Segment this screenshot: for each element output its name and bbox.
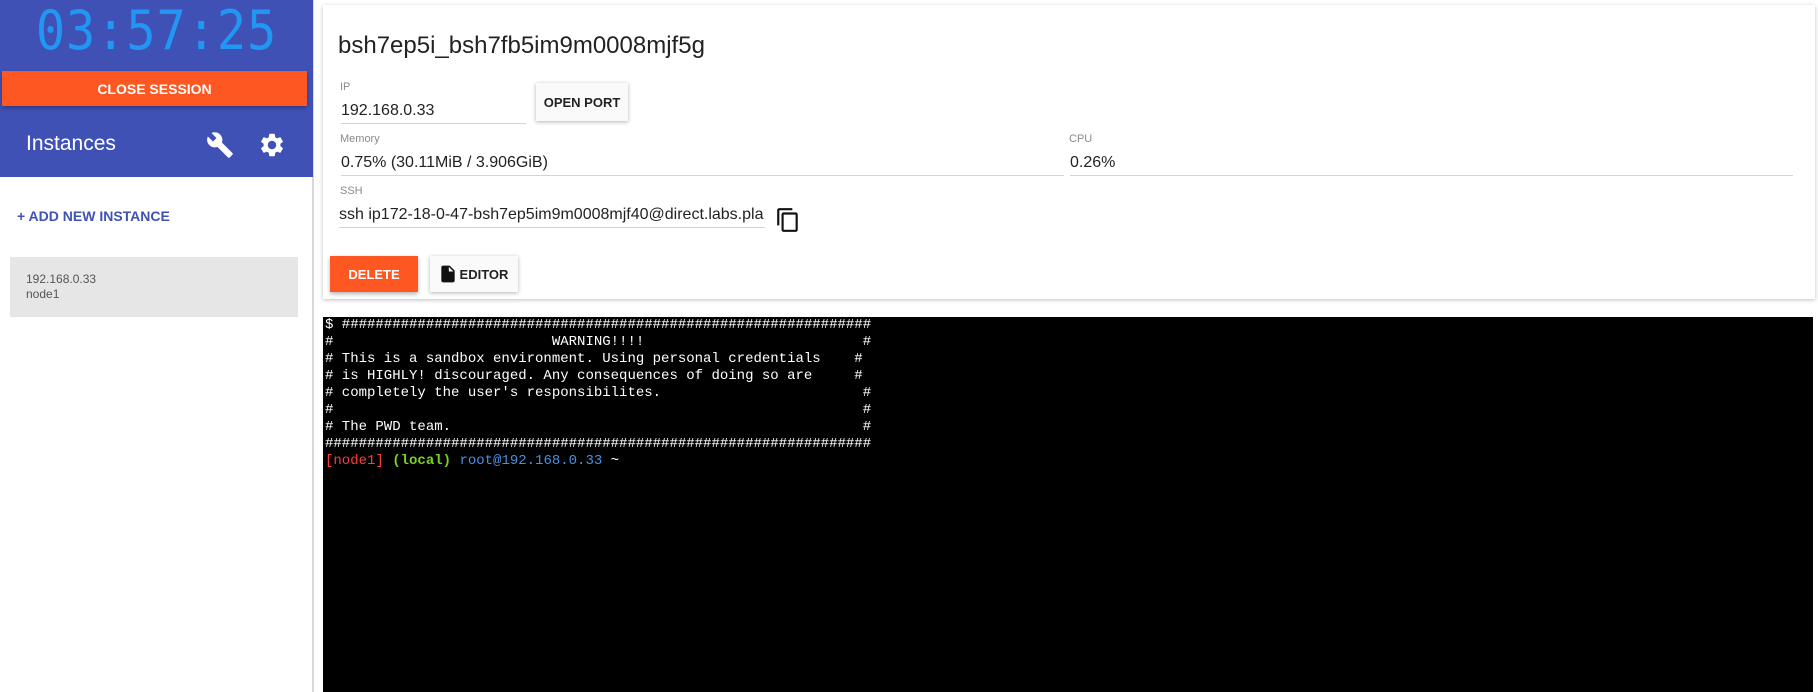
- terminal-line: # #: [325, 402, 872, 418]
- memory-label: Memory: [340, 133, 380, 145]
- session-title: bsh7ep5i_bsh7fb5im9m0008mjf5g: [338, 32, 705, 59]
- copy-icon[interactable]: [775, 207, 801, 233]
- editor-button[interactable]: EDITOR: [430, 256, 518, 292]
- close-session-button[interactable]: CLOSE SESSION: [2, 71, 307, 106]
- instances-title: Instances: [26, 132, 116, 155]
- ip-label: IP: [340, 81, 351, 93]
- cpu-field: 0.26%: [1070, 154, 1793, 176]
- terminal-line: # The PWD team. #: [325, 419, 872, 435]
- instance-name: node1: [26, 287, 60, 301]
- cpu-label: CPU: [1069, 133, 1093, 145]
- ssh-label: SSH: [340, 185, 363, 197]
- sidebar: 03:57:25 CLOSE SESSION Instances + ADD N…: [0, 0, 314, 692]
- terminal-prompt: [node1] (local) root@192.168.0.33 ~: [325, 453, 1811, 470]
- prompt-local: (local): [392, 453, 452, 469]
- memory-field: 0.75% (30.11MiB / 3.906GiB): [341, 154, 1064, 176]
- open-port-button[interactable]: OPEN PORT: [536, 83, 628, 121]
- ip-field[interactable]: 192.168.0.33: [341, 102, 526, 124]
- prompt-tilde: ~: [610, 453, 620, 469]
- instance-ip: 192.168.0.33: [26, 272, 97, 286]
- terminal-line: # This is a sandbox environment. Using p…: [325, 351, 863, 367]
- terminal-line: ########################################…: [325, 436, 872, 452]
- prompt-user: root@192.168.0.33: [459, 453, 603, 469]
- ssh-command-field[interactable]: ssh ip172-18-0-47-bsh7ep5im9m0008mjf40@d…: [339, 206, 765, 228]
- terminal-line: # WARNING!!!! #: [325, 334, 872, 350]
- session-timer: 03:57:25: [35, 0, 278, 62]
- prompt-node: [node1]: [325, 453, 384, 469]
- gear-icon[interactable]: [258, 131, 286, 159]
- terminal-line: # completely the user's responsibilites.…: [325, 385, 872, 401]
- sidebar-header: 03:57:25 CLOSE SESSION Instances: [0, 0, 313, 177]
- editor-label: EDITOR: [459, 266, 509, 282]
- terminal[interactable]: $ ######################################…: [323, 317, 1813, 692]
- add-new-instance-button[interactable]: + ADD NEW INSTANCE: [17, 208, 170, 224]
- instance-details-panel: bsh7ep5i_bsh7fb5im9m0008mjf5g IP 192.168…: [323, 5, 1815, 299]
- delete-button[interactable]: DELETE: [330, 256, 418, 292]
- file-icon: [441, 265, 455, 283]
- terminal-line: # is HIGHLY! discouraged. Any consequenc…: [325, 368, 863, 384]
- terminal-line: $ ######################################…: [325, 317, 872, 333]
- instance-list-item[interactable]: 192.168.0.33 node1: [10, 257, 298, 317]
- wrench-icon[interactable]: [206, 131, 234, 159]
